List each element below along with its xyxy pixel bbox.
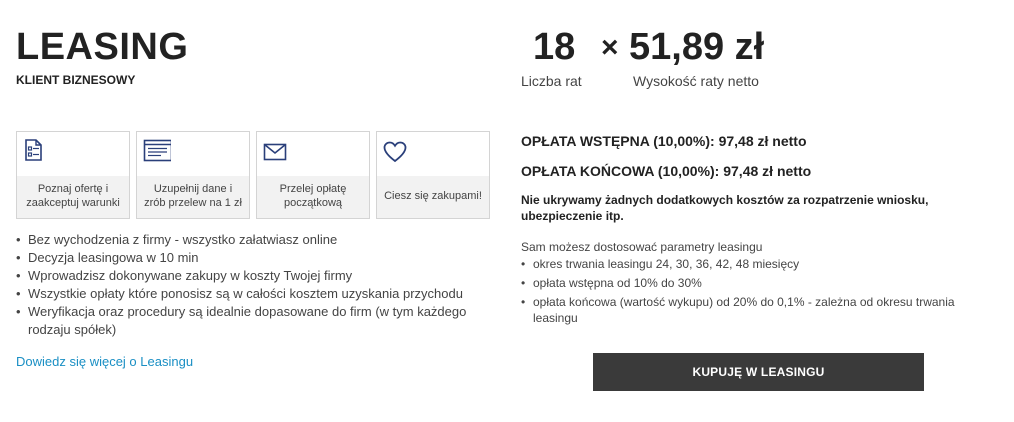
form-icon <box>143 139 171 162</box>
envelope-icon <box>263 143 287 161</box>
process-steps: Poznaj ofertę i zaakceptuj warunki Uzupe… <box>16 131 490 219</box>
step-label: Ciesz się zakupami! <box>377 176 489 218</box>
list-item: opłata wstępna od 10% do 30% <box>521 275 1001 291</box>
step-card-offer: Poznaj ofertę i zaakceptuj warunki <box>16 131 130 219</box>
heart-icon <box>383 141 407 163</box>
times-sign: × <box>601 31 619 64</box>
params-list: okres trwania leasingu 24, 30, 36, 42, 4… <box>521 256 1001 329</box>
installment-amount: 51,89 zł <box>629 26 765 68</box>
step-card-enjoy: Ciesz się zakupami! <box>376 131 490 219</box>
step-card-form: Uzupełnij dane i zrób przelew na 1 zł <box>136 131 250 219</box>
benefits-list: Bez wychodzenia z firmy - wszystko załat… <box>16 231 496 339</box>
document-list-icon <box>25 139 42 161</box>
installment-amount-label: Wysokość raty netto <box>633 73 759 89</box>
params-intro: Sam możesz dostosować parametry leasingu <box>521 240 763 254</box>
list-item: opłata końcowa (wartość wykupu) od 20% d… <box>521 294 1001 326</box>
step-card-transfer: Przelej opłatę początkową <box>256 131 370 219</box>
no-hidden-costs-note: Nie ukrywamy żadnych dodatkowych kosztów… <box>521 193 929 223</box>
step-label: Przelej opłatę początkową <box>257 176 369 218</box>
final-fee: OPŁATA KOŃCOWA (10,00%): 97,48 zł netto <box>521 163 812 179</box>
installment-count-label: Liczba rat <box>521 73 582 89</box>
initial-fee: OPŁATA WSTĘPNA (10,00%): 97,48 zł netto <box>521 133 807 149</box>
installment-count: 18 <box>533 26 576 68</box>
page-subtitle: KLIENT BIZNESOWY <box>16 73 136 87</box>
step-label: Uzupełnij dane i zrób przelew na 1 zł <box>137 176 249 218</box>
page-title: LEASING <box>16 26 189 68</box>
step-label: Poznaj ofertę i zaakceptuj warunki <box>17 176 129 218</box>
buy-in-leasing-button[interactable]: KUPUJĘ W LEASINGU <box>593 353 924 391</box>
list-item: Weryfikacja oraz procedury są idealnie d… <box>16 303 496 339</box>
list-item: okres trwania leasingu 24, 30, 36, 42, 4… <box>521 256 1001 272</box>
list-item: Wprowadzisz dokonywane zakupy w koszty T… <box>16 267 496 285</box>
list-item: Decyzja leasingowa w 10 min <box>16 249 496 267</box>
learn-more-link[interactable]: Dowiedz się więcej o Leasingu <box>16 354 193 369</box>
list-item: Wszystkie opłaty które ponosisz są w cał… <box>16 285 496 303</box>
list-item: Bez wychodzenia z firmy - wszystko załat… <box>16 231 496 249</box>
